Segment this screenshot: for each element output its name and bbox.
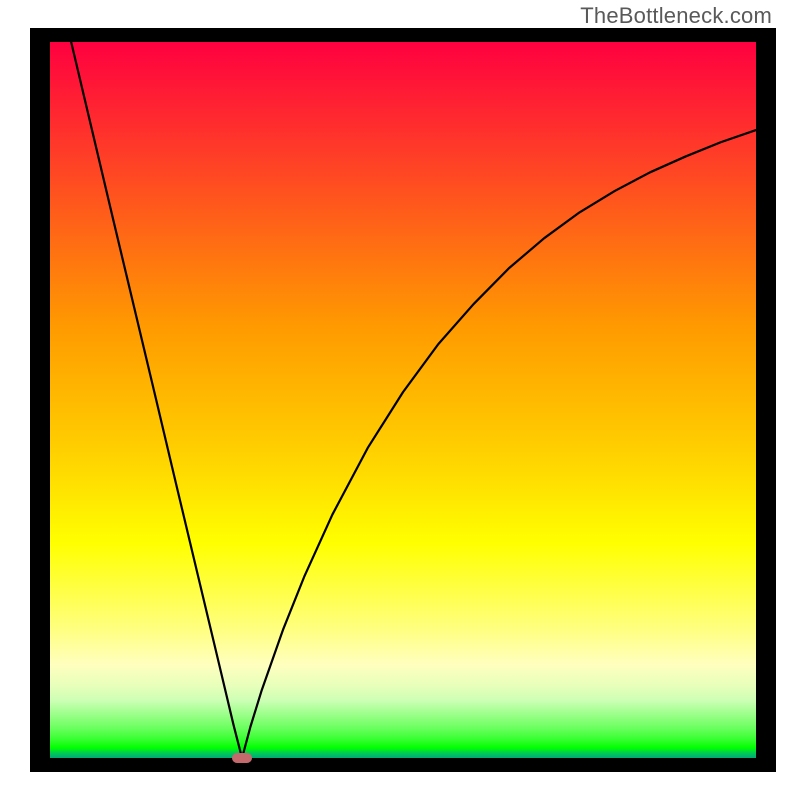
watermark-text: TheBottleneck.com <box>580 3 772 29</box>
bottleneck-chart: TheBottleneck.com <box>0 0 800 800</box>
plot-frame <box>30 28 776 772</box>
minimum-marker <box>232 753 252 763</box>
bottleneck-curve-path <box>71 42 756 758</box>
bottleneck-curve <box>50 42 756 758</box>
plot-gradient-background <box>50 42 756 758</box>
